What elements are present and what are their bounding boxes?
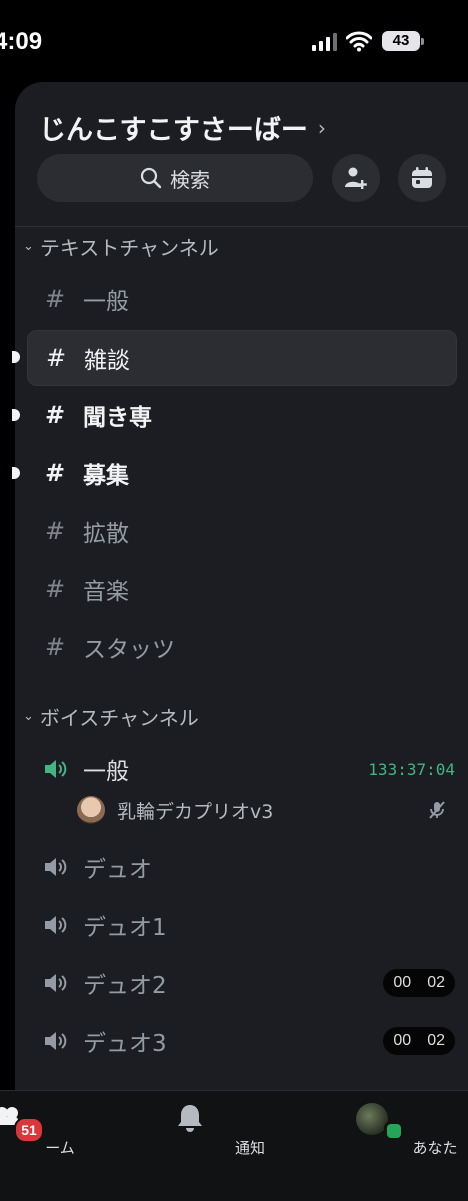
call-duration: 133:37:04 bbox=[368, 759, 455, 779]
speaker-icon bbox=[37, 1030, 73, 1052]
unread-badge: 51 bbox=[14, 1117, 44, 1143]
server-header[interactable]: じんこすこすさーばー › bbox=[39, 108, 326, 147]
channel-name: デュオ2 bbox=[83, 973, 167, 999]
unread-indicator bbox=[12, 409, 20, 421]
voice-channel[interactable]: デュオ3 00 02 bbox=[27, 1014, 455, 1068]
search-button[interactable]: 検索 bbox=[37, 154, 313, 202]
speaker-icon bbox=[37, 856, 73, 878]
channel-name: 拡散 bbox=[83, 521, 129, 547]
invite-members-button[interactable] bbox=[332, 154, 380, 202]
hashtag-icon: # bbox=[44, 401, 66, 429]
chevron-down-icon: ⌄ bbox=[23, 239, 34, 254]
speaker-icon bbox=[37, 972, 73, 994]
category-label: テキストチャンネル bbox=[39, 236, 219, 260]
cellular-signal-icon bbox=[312, 33, 337, 51]
header-divider bbox=[15, 226, 468, 227]
channel-name: スタッツ bbox=[83, 637, 175, 663]
hashtag-icon: # bbox=[44, 517, 66, 545]
voice-category-header[interactable]: ⌄ ボイスチャンネル bbox=[23, 702, 199, 731]
voice-member-name: 乳輪デカプリオv3 bbox=[117, 800, 274, 823]
user-count: 00 bbox=[393, 1032, 412, 1049]
bottom-tab-bar: ーム 51 通知 あなた bbox=[0, 1090, 468, 1201]
mic-muted-icon bbox=[429, 801, 445, 819]
bell-icon bbox=[178, 1105, 202, 1132]
search-label: 検索 bbox=[170, 167, 210, 192]
user-limit-pill: 00 02 bbox=[383, 969, 455, 997]
voice-channel[interactable]: デュオ bbox=[27, 840, 455, 894]
server-channel-panel: じんこすこすさーばー › 検索 ⌄ テキストチャンネル # 一般 # 雑談 # 聞き bbox=[12, 82, 468, 1090]
channel-name: 聞き専 bbox=[83, 405, 152, 431]
add-user-icon bbox=[345, 167, 367, 189]
events-button[interactable] bbox=[398, 154, 446, 202]
channel-name: 音楽 bbox=[83, 579, 129, 605]
text-category-header[interactable]: ⌄ テキストチャンネル bbox=[23, 232, 219, 261]
avatar bbox=[77, 796, 105, 824]
text-channel[interactable]: # 一般 bbox=[27, 272, 455, 326]
voice-member[interactable]: 乳輪デカプリオv3 bbox=[77, 790, 447, 830]
user-count: 02 bbox=[427, 974, 445, 991]
battery-level: 43 bbox=[382, 31, 420, 51]
speaker-icon bbox=[37, 758, 73, 780]
voice-channel[interactable]: 一般 133:37:04 bbox=[27, 742, 455, 796]
channel-name: 募集 bbox=[83, 463, 129, 489]
channel-name: デュオ3 bbox=[83, 1031, 167, 1057]
text-channel[interactable]: # 募集 bbox=[27, 446, 455, 500]
hashtag-icon: # bbox=[44, 633, 66, 661]
category-label: ボイスチャンネル bbox=[39, 706, 199, 730]
text-channel[interactable]: # 拡散 bbox=[27, 504, 455, 558]
user-limit-pill: 00 02 bbox=[383, 1027, 455, 1055]
hashtag-icon: # bbox=[45, 344, 67, 372]
calendar-icon bbox=[412, 167, 432, 188]
user-count: 02 bbox=[427, 1032, 445, 1049]
server-name: じんこすこすさーばー bbox=[39, 115, 308, 146]
text-channel[interactable]: # 雑談 bbox=[27, 330, 457, 386]
chevron-right-icon: › bbox=[317, 115, 326, 140]
text-channel[interactable]: # 音楽 bbox=[27, 562, 455, 616]
hashtag-icon: # bbox=[44, 285, 66, 313]
channel-name: 雑談 bbox=[84, 348, 130, 374]
battery-tip bbox=[421, 38, 424, 45]
wifi-icon bbox=[346, 31, 372, 52]
tab-notifications-label: 通知 bbox=[234, 1139, 265, 1157]
channel-name: 一般 bbox=[83, 289, 129, 315]
hashtag-icon: # bbox=[44, 575, 66, 603]
unread-indicator bbox=[12, 351, 20, 363]
channel-name: 一般 bbox=[83, 759, 129, 785]
speaker-icon bbox=[37, 914, 73, 936]
hashtag-icon: # bbox=[44, 459, 66, 487]
search-icon bbox=[140, 167, 162, 189]
voice-channel[interactable]: デュオ1 bbox=[27, 898, 455, 952]
text-channel[interactable]: # スタッツ bbox=[27, 620, 455, 674]
channel-name: デュオ1 bbox=[83, 915, 167, 941]
clock: 4:09 bbox=[0, 28, 43, 55]
status-bar: 4:09 43 bbox=[0, 0, 468, 82]
text-channel[interactable]: # 聞き専 bbox=[27, 388, 455, 442]
chevron-down-icon: ⌄ bbox=[23, 709, 34, 724]
unread-indicator bbox=[12, 467, 20, 479]
online-status-dot bbox=[384, 1121, 404, 1141]
channel-name: デュオ bbox=[83, 857, 152, 883]
user-count: 00 bbox=[393, 974, 412, 991]
voice-channel[interactable]: デュオ2 00 02 bbox=[27, 956, 455, 1010]
